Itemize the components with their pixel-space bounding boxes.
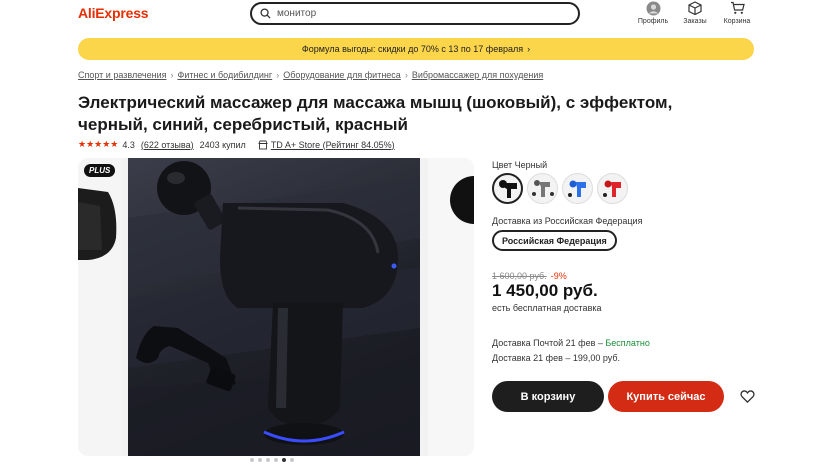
store-link[interactable]: TD A+ Store (Рейтинг 84.05%)	[271, 140, 395, 150]
box-icon	[688, 1, 702, 15]
chevron-right-icon: ›	[527, 44, 531, 54]
massager-thumbnail-image	[78, 188, 117, 260]
massager-gun-image	[128, 161, 420, 456]
chevron-right-icon: ›	[276, 70, 280, 80]
color-option-red[interactable]	[597, 173, 628, 204]
heart-icon[interactable]	[740, 389, 755, 404]
massager-black-thumbnail	[498, 179, 517, 198]
breadcrumb-item[interactable]: Фитнес и бодибилдинг	[177, 70, 272, 80]
delivery-free-label: Бесплатно	[605, 338, 650, 348]
prev-image-preview[interactable]	[78, 158, 122, 456]
breadcrumb-item[interactable]: Оборудование для фитнеса	[283, 70, 401, 80]
massager-silver-thumbnail	[531, 179, 554, 197]
color-option-silver[interactable]	[527, 173, 558, 204]
pagination-dot-active[interactable]	[282, 458, 286, 462]
store-icon	[258, 140, 268, 149]
old-price: 1 600,00 руб. -9%	[492, 271, 567, 281]
cart-button[interactable]: Корзина	[719, 0, 755, 25]
plus-badge: PLUS	[84, 164, 116, 177]
main-product-image[interactable]	[128, 158, 420, 456]
chevron-right-icon: ›	[170, 70, 174, 80]
pagination-dot[interactable]	[258, 458, 262, 462]
search-input[interactable]	[277, 8, 557, 19]
delivery-option-paid: Доставка 21 фев – 199,00 руб.	[492, 353, 621, 363]
profile-button[interactable]: Профиль	[635, 0, 671, 25]
pagination-dot[interactable]	[274, 458, 278, 462]
orders-label: Заказы	[683, 18, 707, 25]
breadcrumb-item[interactable]: Спорт и развлечения	[78, 70, 166, 80]
cart-icon	[730, 1, 745, 14]
profile-label: Профиль	[637, 18, 669, 25]
pagination-dot[interactable]	[290, 458, 294, 462]
delivery-post-text: Доставка Почтой 21 фев –	[492, 338, 606, 348]
gallery-pagination	[250, 458, 294, 462]
breadcrumb-item[interactable]: Вибромассажер для похудения	[412, 70, 543, 80]
ship-region-option[interactable]: Российская Федерация	[492, 230, 617, 251]
promo-text: Формула выгоды: скидки до 70% с 13 по 17…	[301, 44, 524, 54]
color-label: Цвет Черный	[492, 160, 548, 170]
old-price-value: 1 600,00 руб.	[492, 271, 547, 281]
pagination-dot[interactable]	[250, 458, 254, 462]
color-swatches	[492, 173, 628, 204]
rating-value: 4.3	[122, 139, 135, 150]
massager-red-thumbnail	[602, 180, 621, 197]
delivery-option-post: Доставка Почтой 21 фев – Бесплатно	[492, 338, 650, 348]
orders-button[interactable]: Заказы	[677, 0, 713, 25]
reviews-link[interactable]: (622 отзыва)	[141, 140, 194, 150]
chevron-right-icon: ›	[404, 70, 408, 80]
cart-label: Корзина	[723, 18, 751, 25]
add-to-cart-button[interactable]: В корзину	[492, 381, 604, 412]
current-price: 1 450,00 руб.	[492, 281, 598, 300]
product-gallery: PLUS	[78, 158, 474, 456]
massager-blue-thumbnail	[567, 180, 586, 197]
buy-now-button[interactable]: Купить сейчас	[608, 381, 724, 412]
avatar-icon	[646, 1, 660, 15]
search-icon	[260, 8, 271, 19]
ship-from-label: Доставка из Российская Федерация	[492, 216, 643, 226]
color-option-black[interactable]	[492, 173, 523, 204]
pagination-dot[interactable]	[266, 458, 270, 462]
promo-banner[interactable]: Формула выгоды: скидки до 70% с 13 по 17…	[78, 38, 754, 60]
free-shipping-note: есть бесплатная доставка	[492, 303, 602, 313]
rating-row: ★★★★★ 4.3 (622 отзыва) 2403 купил TD A+ …	[78, 139, 395, 150]
color-option-blue[interactable]	[562, 173, 593, 204]
sold-count: 2403 купил	[199, 139, 246, 150]
product-title: Электрический массажер для массажа мышц …	[78, 93, 673, 134]
massager-thumbnail-image	[450, 176, 474, 224]
aliexpress-logo[interactable]: AliExpress	[78, 5, 149, 21]
breadcrumb: Спорт и развлечения › Фитнес и бодибилди…	[78, 70, 543, 80]
discount-badge: -9%	[550, 271, 567, 281]
next-image-preview[interactable]	[428, 158, 474, 456]
search-bar[interactable]	[250, 2, 580, 25]
star-rating-icon: ★★★★★	[78, 139, 119, 149]
